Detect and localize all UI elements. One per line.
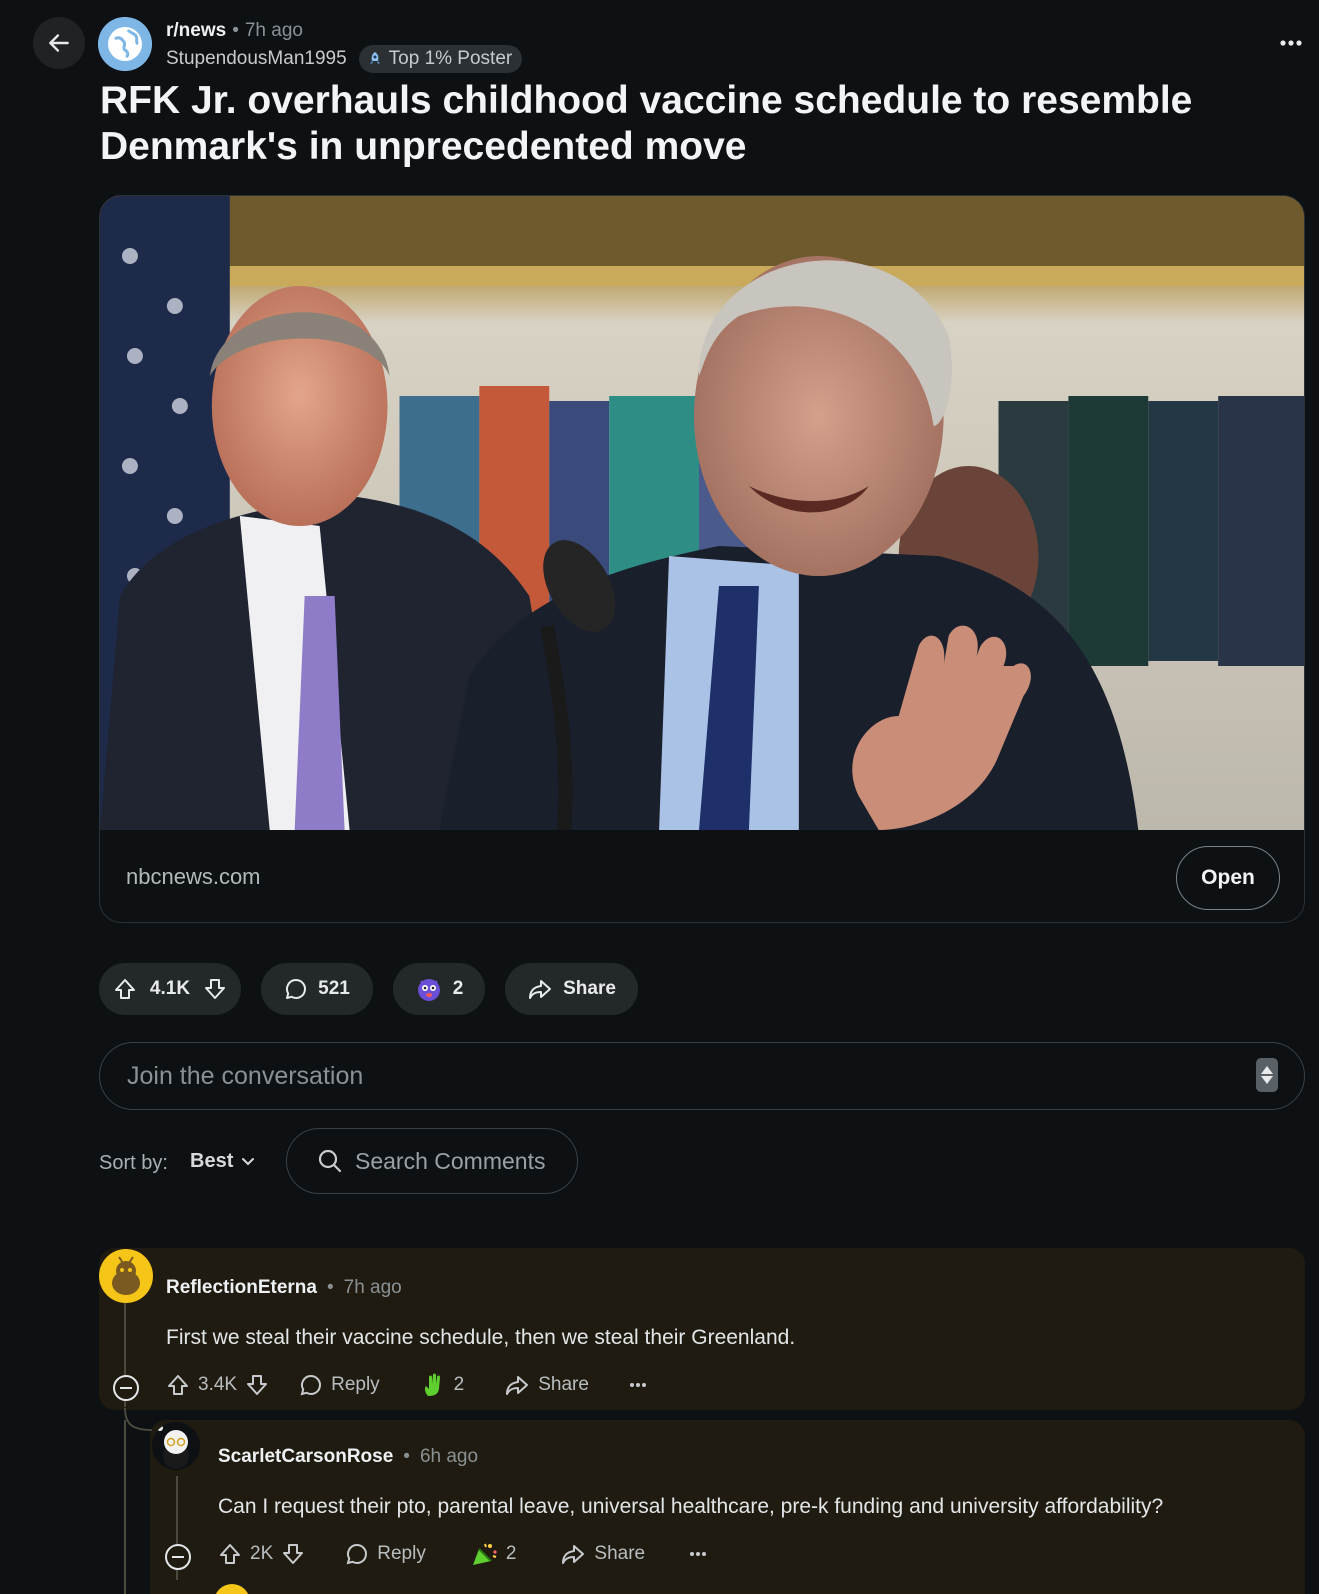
share-button[interactable]: Share: [560, 1542, 645, 1566]
award-count: 2: [453, 1374, 465, 1395]
separator-dot: •: [403, 1446, 410, 1467]
comment-icon: [286, 979, 307, 999]
post-title: RFK Jr. overhauls childhood vaccine sche…: [100, 79, 1193, 168]
reply-button[interactable]: Reply: [345, 1542, 426, 1566]
award-icon: [417, 979, 440, 1001]
subreddit-avatar[interactable]: [98, 17, 152, 71]
join-conversation-input[interactable]: [127, 1061, 1227, 1091]
ellipsis-icon: [1280, 40, 1302, 46]
flair-label: Top 1% Poster: [388, 48, 513, 69]
post-meta: r/news • 7h ago: [166, 20, 303, 42]
party-award-icon: [472, 1543, 497, 1565]
scroll-stepper[interactable]: [1256, 1058, 1278, 1092]
share-label: Share: [563, 978, 616, 999]
sort-label: Sort by:: [99, 1152, 168, 1174]
thread-line[interactable]: [124, 1420, 126, 1594]
reply-label: Reply: [331, 1374, 380, 1395]
comment-icon: [346, 1543, 368, 1565]
share-icon: [506, 1376, 529, 1395]
more-options-button[interactable]: [629, 1382, 647, 1388]
share-button[interactable]: Share: [505, 963, 638, 1015]
comment-meta: ReflectionEterna • 7h ago: [166, 1277, 402, 1299]
share-icon: [529, 980, 552, 999]
comments-button[interactable]: 521: [261, 963, 373, 1015]
comment-meta: ScarletCarsonRose • 6h ago: [218, 1446, 478, 1468]
share-label: Share: [538, 1374, 589, 1395]
search-comments-placeholder: Search Comments: [355, 1147, 546, 1174]
link-preview-card[interactable]: [99, 195, 1305, 923]
user-flair: Top 1% Poster: [358, 45, 523, 73]
arrow-left-icon: [49, 34, 69, 52]
share-label: Share: [594, 1543, 646, 1564]
post-time: 7h ago: [244, 20, 303, 41]
comment-body: Can I request their pto, parental leave,…: [218, 1495, 1164, 1518]
comment-author[interactable]: ReflectionEterna: [166, 1277, 317, 1299]
award-count: 2: [505, 1543, 517, 1564]
comment-avatar[interactable]: [152, 1422, 200, 1470]
downvote-icon[interactable]: [245, 1373, 269, 1397]
globe-icon: [98, 17, 152, 71]
award-count: 2: [452, 978, 464, 999]
author-line: StupendousMan1995 Top 1% Poster: [166, 45, 523, 73]
award-button[interactable]: 2: [470, 1541, 517, 1567]
ellipsis-icon: [629, 1383, 646, 1387]
sort-dropdown[interactable]: Best: [190, 1150, 255, 1173]
open-link-button[interactable]: Open: [1176, 846, 1280, 910]
chevron-down-icon: [242, 1157, 255, 1165]
comment-body: First we steal their vaccine schedule, t…: [166, 1326, 796, 1349]
award-button[interactable]: 2: [393, 963, 485, 1015]
green-hand-award-icon: [424, 1373, 440, 1396]
search-comments-field[interactable]: Search Comments: [286, 1128, 578, 1194]
comment-vote: 2K: [218, 1542, 305, 1566]
more-options-button[interactable]: [689, 1551, 707, 1557]
share-button[interactable]: Share: [504, 1373, 589, 1397]
link-domain[interactable]: nbcnews.com: [126, 864, 261, 890]
subreddit-name[interactable]: r/news: [166, 20, 226, 42]
upvote-icon[interactable]: [166, 1373, 190, 1397]
downvote-icon[interactable]: [281, 1542, 305, 1566]
rocket-icon: [369, 52, 380, 64]
post-image[interactable]: [100, 196, 1304, 830]
downvote-icon[interactable]: [203, 977, 227, 1001]
upvote-icon[interactable]: [113, 977, 137, 1001]
comment-score: 2K: [250, 1543, 274, 1564]
comment-icon: [300, 1374, 322, 1396]
comment-score: 3.4K: [198, 1374, 238, 1395]
share-icon: [562, 1545, 585, 1564]
post-author[interactable]: StupendousMan1995: [166, 48, 347, 70]
reply-button[interactable]: Reply: [299, 1373, 380, 1397]
separator-dot: •: [232, 20, 239, 41]
collapse-thread-button[interactable]: [113, 1375, 139, 1401]
comment-actions: 3.4K Reply 2 Share: [166, 1372, 647, 1398]
separator-dot: •: [326, 1277, 334, 1298]
reply-label: Reply: [377, 1543, 426, 1564]
comment-actions: 2K Reply 2 Share: [218, 1541, 707, 1567]
award-button[interactable]: 2: [420, 1372, 465, 1398]
comment-time: 7h ago: [343, 1277, 402, 1298]
back-button[interactable]: [33, 17, 85, 69]
snoo-avatar-icon: [112, 1256, 140, 1295]
snoo-avatar-icon: [157, 1425, 189, 1469]
comment-count: 521: [318, 978, 350, 999]
triangle-down-icon: [1261, 1076, 1273, 1084]
more-options-button[interactable]: [1276, 28, 1306, 58]
thread-connector: [124, 1408, 153, 1431]
post-score: 4.1K: [149, 978, 191, 999]
upvote-icon[interactable]: [218, 1542, 242, 1566]
comment-avatar[interactable]: [99, 1249, 153, 1303]
collapse-thread-button[interactable]: [165, 1544, 191, 1570]
comment-vote: 3.4K: [166, 1373, 269, 1397]
comment-composer[interactable]: [99, 1042, 1305, 1110]
vote-control: 4.1K: [99, 963, 241, 1015]
comment-author[interactable]: ScarletCarsonRose: [218, 1446, 393, 1468]
comment-time: 6h ago: [419, 1446, 479, 1467]
search-icon: [318, 1149, 342, 1173]
sort-value: Best: [190, 1150, 234, 1172]
triangle-up-icon: [1261, 1066, 1273, 1074]
ellipsis-icon: [690, 1552, 707, 1556]
